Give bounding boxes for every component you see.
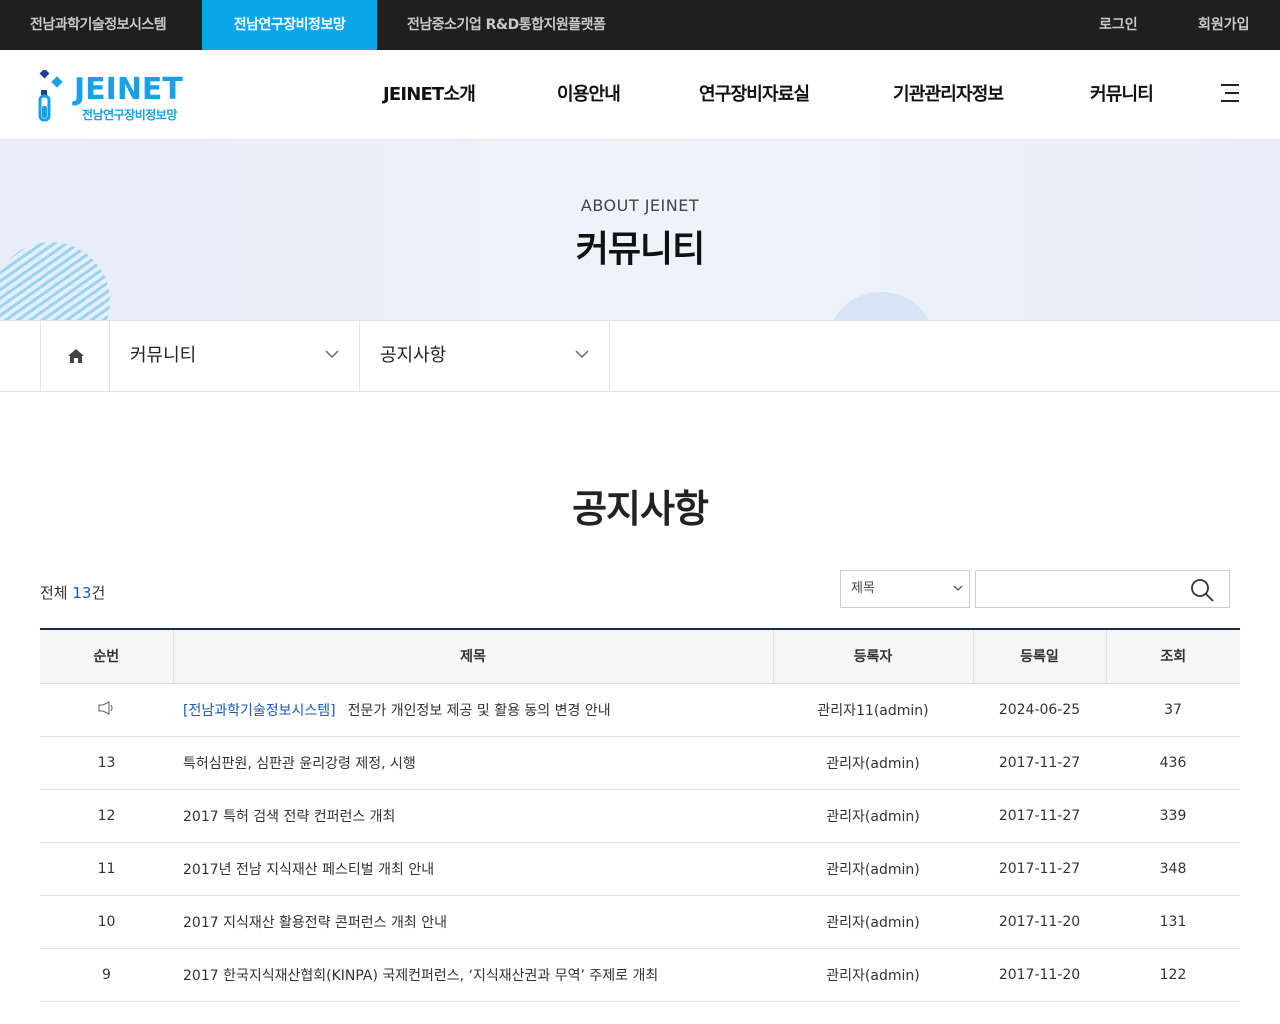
row-views: 436 xyxy=(1106,736,1240,790)
breadcrumb-depth1-dropdown[interactable]: 커뮤니티 xyxy=(110,321,360,391)
site-tab-rnd-platform[interactable]: 전남중소기업 R&D통합지원플랫폼 xyxy=(407,0,606,50)
row-writer: 관리자(admin) xyxy=(773,895,973,949)
breadcrumb-depth2-dropdown[interactable]: 공지사항 xyxy=(360,321,610,391)
sub-visual-banner: ABOUT JEINET 커뮤니티 xyxy=(0,140,1280,320)
row-views: 131 xyxy=(1106,895,1240,949)
gnb-guide[interactable]: 이용안내 xyxy=(557,50,621,140)
row-date: 2017-11-20 xyxy=(973,948,1106,1002)
column-header-no: 순번 xyxy=(40,629,173,684)
table-row[interactable]: 9 2017 한국지식재산협회(KINPA) 국제컨퍼런스, ‘지식재산권과 무… xyxy=(40,948,1240,1002)
signup-link[interactable]: 회원가입 xyxy=(1198,0,1250,50)
row-date: 2017-11-27 xyxy=(973,842,1106,896)
column-header-title: 제목 xyxy=(172,629,773,684)
home-icon xyxy=(68,349,84,363)
breadcrumb-depth1-label: 커뮤니티 xyxy=(130,345,197,366)
total-count-number: 13 xyxy=(72,584,92,602)
row-no: 11 xyxy=(40,842,173,896)
row-title[interactable]: 2017년 전남 지식재산 페스티벌 개최 안내 xyxy=(173,842,773,896)
header: JEINET 전남연구장비정보망 JEINET소개 이용안내 연구장비자료실 기… xyxy=(0,50,1280,140)
row-writer: 관리자(admin) xyxy=(773,842,973,896)
logo-subtitle: 전남연구장비정보망 xyxy=(82,108,177,122)
row-title[interactable]: 2017 특허 검색 전략 컨퍼런스 개최 xyxy=(173,789,773,843)
gnb-about[interactable]: JEINET소개 xyxy=(383,50,476,140)
table-row[interactable]: 10 2017 지식재산 활용전략 콘퍼런스 개최 안내 관리자(admin) … xyxy=(40,895,1240,949)
top-bar: 전남과학기술정보시스템 전남연구장비정보망 전남중소기업 R&D통합지원플랫폼 … xyxy=(0,0,1280,50)
column-header-writer: 등록자 xyxy=(772,629,973,684)
logo-wordmark: JEINET xyxy=(74,72,183,107)
chevron-down-icon xyxy=(325,350,339,359)
row-views: 339 xyxy=(1106,789,1240,843)
breadcrumb-depth2-label: 공지사항 xyxy=(380,345,447,366)
row-views: 122 xyxy=(1106,948,1240,1002)
banner-title: 커뮤니티 xyxy=(575,229,705,270)
row-no: 9 xyxy=(40,948,173,1002)
chevron-down-icon xyxy=(575,350,589,359)
row-no: 13 xyxy=(40,736,173,790)
gnb-community[interactable]: 커뮤니티 xyxy=(1090,50,1154,140)
row-title[interactable]: [전남과학기술정보시스템] 전문가 개인정보 제공 및 활용 동의 변경 안내 xyxy=(173,683,773,737)
notice-board-table: 순번 제목 등록자 등록일 조회 [전남과학기술정보시스템] 전문가 개인정보 제… xyxy=(40,628,1240,1002)
row-date: 2017-11-20 xyxy=(973,895,1106,949)
row-writer: 관리자11(admin) xyxy=(773,683,973,737)
row-writer: 관리자(admin) xyxy=(773,736,973,790)
row-date: 2017-11-27 xyxy=(973,789,1106,843)
table-row[interactable]: 12 2017 특허 검색 전략 컨퍼런스 개최 관리자(admin) 2017… xyxy=(40,789,1240,843)
logo-flask-icon xyxy=(38,70,63,122)
banner-eyebrow: ABOUT JEINET xyxy=(580,196,700,215)
site-tab-science-info[interactable]: 전남과학기술정보시스템 xyxy=(30,0,167,50)
row-writer: 관리자(admin) xyxy=(773,789,973,843)
notice-marker xyxy=(40,683,173,737)
total-count: 전체 13건 xyxy=(40,584,106,602)
megaphone-icon xyxy=(97,700,113,715)
row-views: 348 xyxy=(1106,842,1240,896)
row-title[interactable]: 2017 한국지식재산협회(KINPA) 국제컨퍼런스, ‘지식재산권과 무역’… xyxy=(173,948,773,1002)
row-date: 2024-06-25 xyxy=(973,683,1106,737)
table-row-notice[interactable]: [전남과학기술정보시스템] 전문가 개인정보 제공 및 활용 동의 변경 안내 관… xyxy=(40,683,1240,737)
row-writer: 관리자(admin) xyxy=(773,948,973,1002)
search-field-value: 제목 xyxy=(851,581,875,596)
column-header-date: 등록일 xyxy=(972,629,1106,684)
gnb-equipment-library[interactable]: 연구장비자료실 xyxy=(699,50,810,140)
site-tab-equipment-info[interactable]: 전남연구장비정보망 xyxy=(202,0,377,50)
table-header-row: 순번 제목 등록자 등록일 조회 xyxy=(40,629,1240,684)
search-icon xyxy=(1191,579,1214,602)
gnb-admin-info[interactable]: 기관관리자정보 xyxy=(893,50,1004,140)
column-header-views: 조회 xyxy=(1105,629,1240,684)
notice-category-tag: [전남과학기술정보시스템] xyxy=(183,702,336,719)
hamburger-icon[interactable] xyxy=(1219,82,1241,104)
row-no: 10 xyxy=(40,895,173,949)
page-title: 공지사항 xyxy=(572,487,709,531)
row-title[interactable]: 특허심판원, 심판관 윤리강령 제정, 시행 xyxy=(173,736,773,790)
breadcrumb-home[interactable] xyxy=(40,321,110,391)
login-link[interactable]: 로그인 xyxy=(1099,0,1138,50)
site-logo[interactable]: JEINET 전남연구장비정보망 xyxy=(38,68,208,124)
row-title[interactable]: 2017 지식재산 활용전략 콘퍼런스 개최 안내 xyxy=(173,895,773,949)
search-button[interactable] xyxy=(1188,576,1216,604)
row-no: 12 xyxy=(40,789,173,843)
decorative-blob xyxy=(826,292,936,320)
notice-title[interactable]: 전문가 개인정보 제공 및 활용 동의 변경 안내 xyxy=(348,703,611,719)
row-views: 37 xyxy=(1106,683,1240,737)
table-row[interactable]: 11 2017년 전남 지식재산 페스티벌 개최 안내 관리자(admin) 2… xyxy=(40,842,1240,896)
chevron-down-icon xyxy=(953,585,963,591)
row-date: 2017-11-27 xyxy=(973,736,1106,790)
table-row[interactable]: 13 특허심판원, 심판관 윤리강령 제정, 시행 관리자(admin) 201… xyxy=(40,736,1240,790)
breadcrumb: 커뮤니티 공지사항 xyxy=(0,320,1280,392)
search-field-select[interactable]: 제목 xyxy=(840,570,970,608)
